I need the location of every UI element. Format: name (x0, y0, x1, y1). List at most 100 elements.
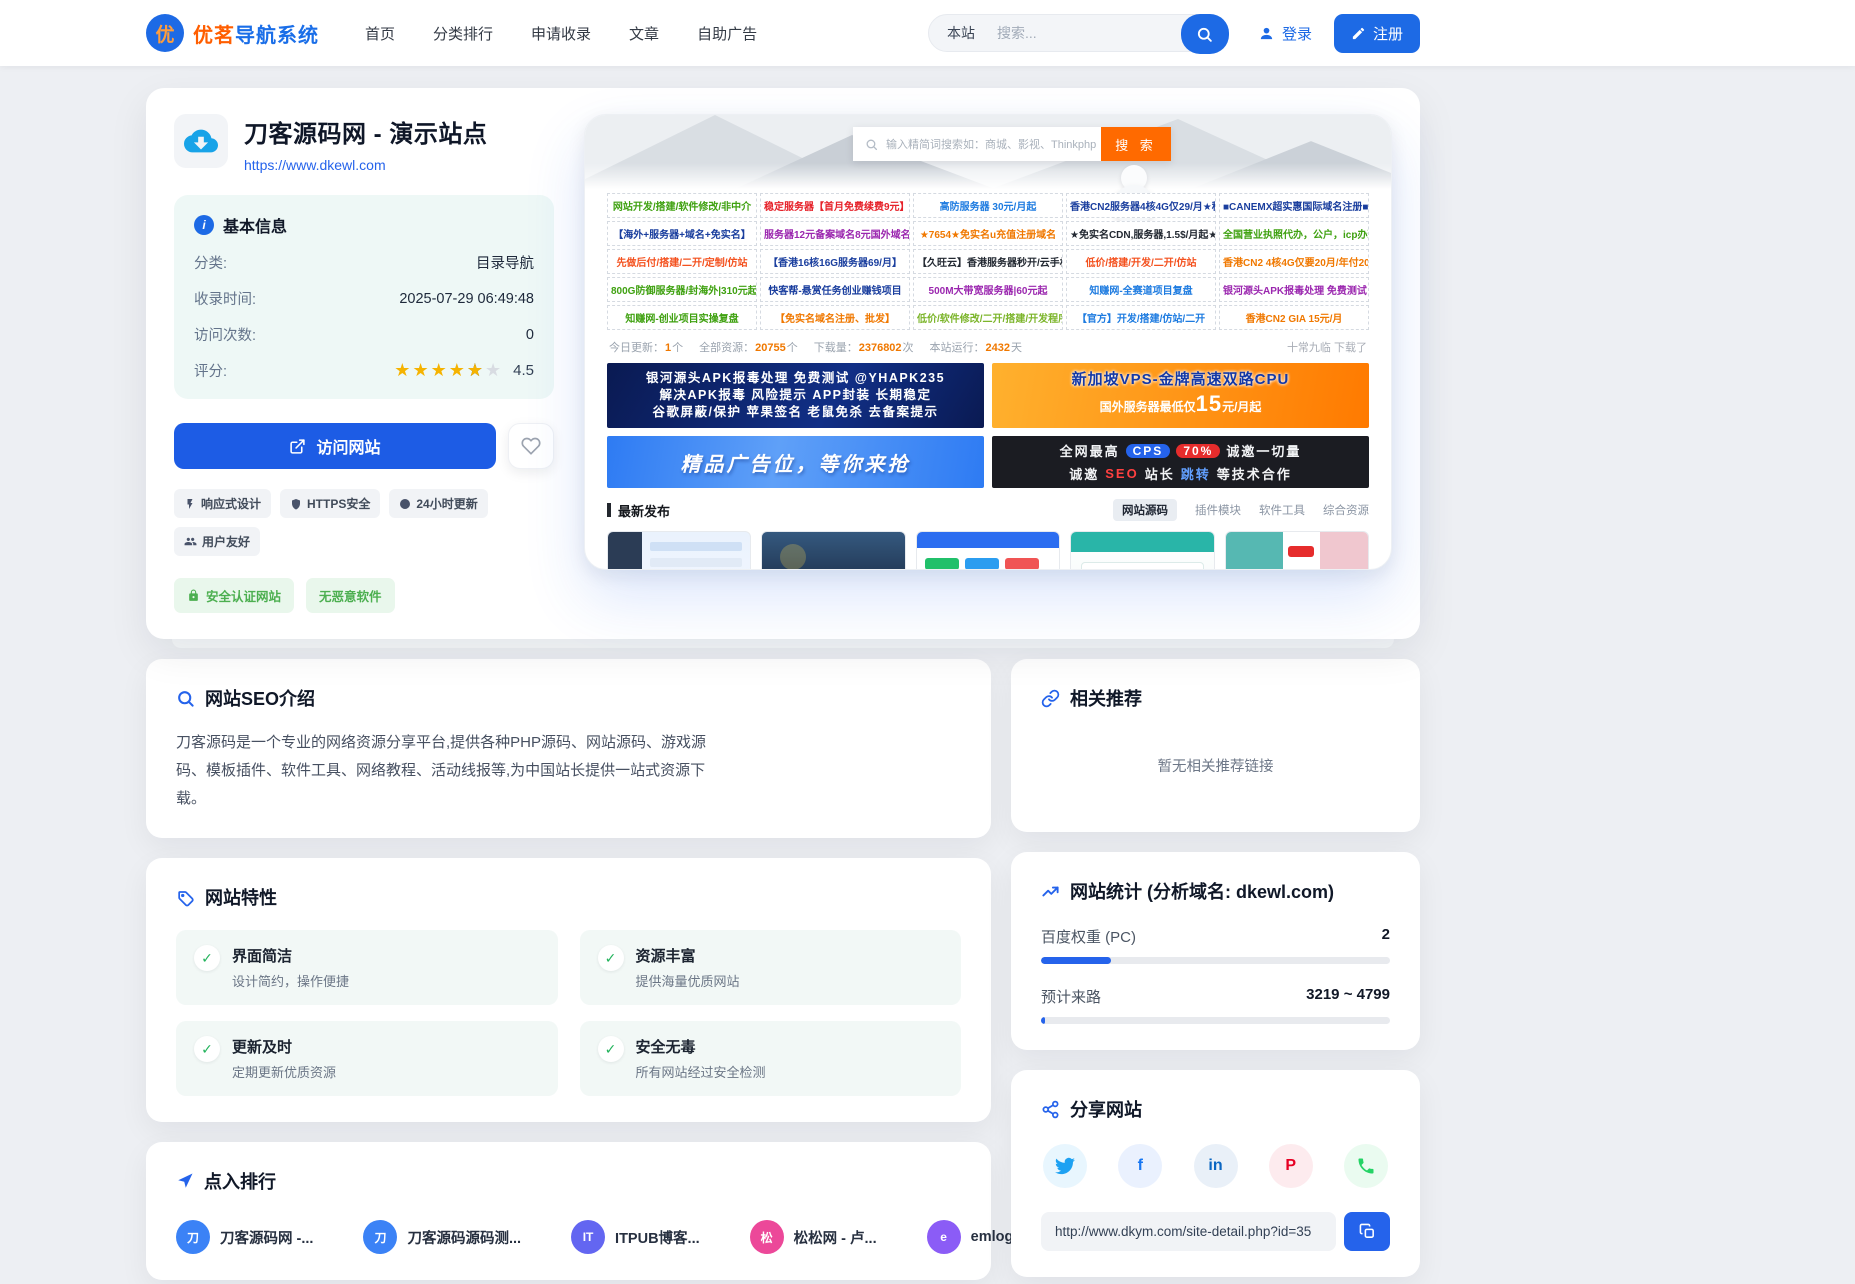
register-button[interactable]: 注册 (1334, 14, 1420, 53)
twitter-icon[interactable] (1043, 1144, 1087, 1188)
tab-plugins[interactable]: 插件模块 (1195, 502, 1241, 518)
text-ad-link[interactable]: 低价/软件修改/二开/搭建/开发程序 (913, 305, 1063, 330)
login-button[interactable]: 登录 (1258, 23, 1312, 44)
check-icon: ✓ (598, 1036, 624, 1062)
preview-search-input[interactable]: 输入精简词搜索如：商城、影视、Thinkphp (853, 127, 1101, 161)
preview-search-button[interactable]: 搜 索 (1101, 127, 1171, 161)
feature-item: ✓ 更新及时定期更新优质资源 (176, 1021, 558, 1096)
text-ad-link[interactable]: 知赚网-创业项目实操复盘 (607, 305, 757, 330)
preview-stats-bar: 今日更新：1个 全部资源：20755个 下载量：2376802次 本站运行：24… (609, 339, 1367, 355)
check-icon: ✓ (194, 1036, 220, 1062)
ranking-link[interactable]: IT ITPUB博客... (571, 1220, 700, 1254)
copy-url-button[interactable] (1344, 1212, 1390, 1251)
top-navbar: 优 优茗导航系统 首页 分类排行 申请收录 文章 自助广告 本站 (0, 0, 1855, 66)
stat-value: 3219 ~ 4799 (1306, 986, 1390, 1007)
badge-no-malware: 无恶意软件 (306, 578, 395, 613)
site-detail-card: 刀客源码网 - 演示站点 https://www.dkewl.com i 基本信… (146, 88, 1420, 639)
resource-thumbnail[interactable] (607, 531, 751, 570)
search-button[interactable] (1181, 14, 1229, 54)
banner-ad-cps[interactable]: 全网最高CPS70%诚邀一切量 诚邀SEO站长跳转等技术合作 (992, 436, 1369, 488)
indexed-time-value: 2025-07-29 06:49:48 (399, 291, 534, 307)
text-ad-link[interactable]: 知赚网-全赛道项目复盘 (1066, 277, 1216, 302)
text-ad-link[interactable]: 稳定服务器【首月免费续费9元】 (760, 193, 910, 218)
avatar-icon (1271, 342, 1282, 353)
text-ad-link[interactable]: 服务器12元备案域名8元国外域名1元 (760, 221, 910, 246)
progress-track (1041, 957, 1390, 964)
site-logo[interactable]: 优 优茗导航系统 (146, 14, 319, 52)
resource-thumbnail[interactable]: 刀客API管理 (761, 531, 905, 570)
shield-icon (290, 498, 302, 510)
nav-item-category-rank[interactable]: 分类排行 (433, 23, 493, 44)
resource-thumbnail[interactable] (916, 531, 1060, 570)
related-card: 相关推荐 暂无相关推荐链接 (1011, 659, 1420, 832)
cursor-arrow-icon (176, 1172, 194, 1190)
ranking-link[interactable]: 刀 刀客源码源码测... (363, 1220, 521, 1254)
text-ad-link[interactable]: 【官方】开发/搭建/仿站/二开 (1066, 305, 1216, 330)
text-ad-link[interactable]: 香港CN2 GIA 15元/月 (1219, 305, 1369, 330)
text-ad-link[interactable]: 快客帮-悬赏任务创业赚钱项目 (760, 277, 910, 302)
banner-ad-apk[interactable]: 银河源头APK报毒处理 免费测试 @YHAPK235 解决APK报毒 风险提示 … (607, 363, 984, 428)
visit-site-button[interactable]: 访问网站 (174, 423, 496, 469)
tab-site-source[interactable]: 网站源码 (1113, 499, 1177, 521)
site-url-link[interactable]: https://www.dkewl.com (244, 157, 487, 173)
badge-secure-site: 安全认证网站 (174, 578, 294, 613)
stat-label: 预计来路 (1041, 986, 1101, 1007)
ranking-link[interactable]: 刀 刀客源码网 -... (176, 1220, 313, 1254)
lock-icon (187, 589, 200, 602)
text-ad-link[interactable]: 500M大带宽服务器|60元起 (913, 277, 1063, 302)
text-ad-link[interactable]: 先做后付/搭建/二开/定制/仿站 (607, 249, 757, 274)
category-label: 分类: (194, 252, 227, 273)
text-ad-link[interactable]: 【免实名域名注册、批发】 (760, 305, 910, 330)
text-ad-link[interactable]: ■CANEMX超实惠国际域名注册■ (1219, 193, 1369, 218)
copy-icon (1359, 1223, 1376, 1240)
star-icon (431, 360, 449, 381)
text-ad-link[interactable]: ★免实名CDN,服务器,1.5$/月起★ (1066, 221, 1216, 246)
banner-ad-vps[interactable]: 新加坡VPS-金牌高速双路CPU 国外服务器最低仅15元/月起 (992, 363, 1369, 428)
text-ad-link[interactable]: 800G防御服务器/封海外|310元起 (607, 277, 757, 302)
nav-item-submit[interactable]: 申请收录 (531, 23, 591, 44)
badge-friendly: 用户友好 (174, 527, 260, 556)
banner-ad-slot[interactable]: 精品广告位，等你来抢 (607, 436, 984, 488)
text-ad-link[interactable]: 香港CN2服务器4核4G仅29/月★秒开 (1066, 193, 1216, 218)
share-url-input[interactable] (1041, 1212, 1336, 1251)
text-ad-link[interactable]: 全国营业执照代办，公户，icp办理 (1219, 221, 1369, 246)
progress-fill (1041, 957, 1111, 964)
badge-https: HTTPS安全 (280, 489, 380, 518)
ranking-link[interactable]: 松 松松网 - 卢... (750, 1220, 877, 1254)
favorite-button[interactable] (508, 423, 554, 469)
resource-thumbnail[interactable] (1225, 531, 1369, 570)
nav-item-articles[interactable]: 文章 (629, 23, 659, 44)
search-scope-select[interactable]: 本站 (947, 23, 975, 43)
external-link-icon (289, 438, 306, 455)
text-ad-link[interactable]: 低价/搭建/开发/二开/仿站 (1066, 249, 1216, 274)
text-ad-link[interactable]: 香港CN2 4核4G仅要20月/年付200 (1219, 249, 1369, 274)
badge-updated: 24小时更新 (389, 489, 487, 518)
check-icon: ✓ (194, 945, 220, 971)
pinterest-icon[interactable]: P (1269, 1144, 1313, 1188)
text-ad-link[interactable]: 银河源头APK报毒处理 免费测试 (1219, 277, 1369, 302)
nav-item-self-ads[interactable]: 自助广告 (697, 23, 757, 44)
tab-software[interactable]: 软件工具 (1259, 502, 1305, 518)
nav-item-home[interactable]: 首页 (365, 23, 395, 44)
stat-value: 2 (1382, 926, 1390, 947)
facebook-icon[interactable]: f (1118, 1144, 1162, 1188)
linkedin-icon[interactable]: in (1194, 1144, 1238, 1188)
resource-thumbnail[interactable] (1070, 531, 1214, 570)
whatsapp-icon[interactable] (1344, 1144, 1388, 1188)
tab-misc[interactable]: 综合资源 (1323, 502, 1369, 518)
progress-track (1041, 1017, 1390, 1024)
seo-title: 网站SEO介绍 (205, 685, 315, 711)
link-icon (1041, 689, 1060, 708)
star-half-icon (467, 360, 503, 381)
text-ad-link[interactable]: 网站开发/搭建/软件修改/非中介 (607, 193, 757, 218)
feature-badges: 响应式设计 HTTPS安全 24小时更新 用户友好 (174, 489, 554, 556)
text-ad-link[interactable]: 【久旺云】香港服务器秒开/云手机 (913, 249, 1063, 274)
text-ad-link[interactable]: 【海外+服务器+域名+免实名】 (607, 221, 757, 246)
text-ad-link[interactable]: ★7654★免实名u充值注册域名 (913, 221, 1063, 246)
related-empty-text: 暂无相关推荐链接 (1041, 755, 1390, 776)
features-title: 网站特性 (205, 884, 277, 910)
search-input[interactable] (997, 25, 1147, 41)
text-ad-link[interactable]: 【香港16核16G服务器69/月】 (760, 249, 910, 274)
text-ad-link[interactable]: 高防服务器 30元/月起 (913, 193, 1063, 218)
share-icon (1041, 1100, 1060, 1119)
